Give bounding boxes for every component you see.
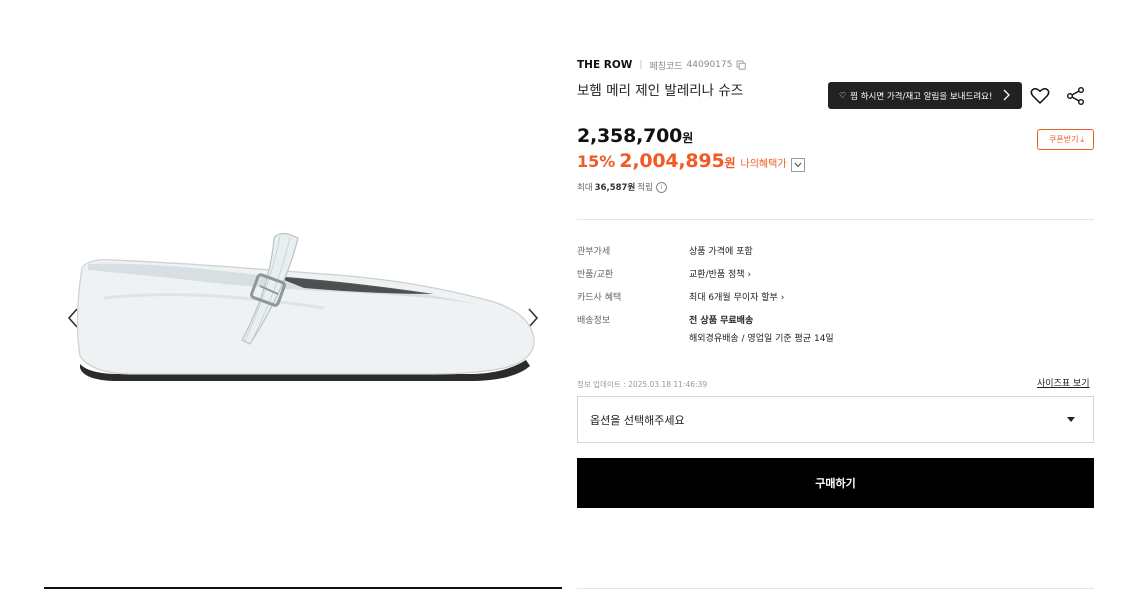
bottom-divider <box>577 588 1094 589</box>
detail-label-shipping: 배송정보 <box>577 316 611 326</box>
section-divider <box>577 219 1094 220</box>
info-icon[interactable]: i <box>655 181 667 193</box>
points-prefix: 최대 <box>577 183 593 193</box>
product-name: 보헴 메리 제인 발레리나 슈즈 <box>577 83 744 99</box>
discount-percent: 15% <box>577 152 616 171</box>
brand-row: THE ROW | 페칭코드 44090175 <box>577 58 747 72</box>
buy-button-label: 구매하기 <box>815 477 856 490</box>
dropdown-triangle-icon <box>1067 417 1075 422</box>
option-select[interactable]: 옵션을 선택해주세요 <box>577 396 1094 443</box>
coupon-button[interactable]: 쿠폰받기 ⤓ <box>1037 129 1094 150</box>
price-alert-button[interactable]: ♡ 찜 하시면 가격/재고 알림을 보내드려요! <box>828 82 1022 109</box>
price-unit: 원 <box>682 131 694 145</box>
price-alert-label: 찜 하시면 가격/재고 알림을 보내드려요! <box>850 91 993 102</box>
benefit-dropdown-toggle[interactable] <box>790 158 805 172</box>
option-placeholder: 옵션을 선택해주세요 <box>590 413 685 427</box>
heart-icon[interactable] <box>1030 86 1050 106</box>
sale-price-unit: 원 <box>724 156 736 170</box>
product-code-label: 페칭코드 <box>649 61 683 72</box>
size-chart-link[interactable]: 사이즈표 보기 <box>1037 376 1090 389</box>
free-shipping-text: 전 상품 무료배송 <box>689 316 754 326</box>
brand-separator: | <box>639 60 643 70</box>
product-image <box>76 232 535 381</box>
shipping-details-text: 해외경유배송 / 영업일 기준 평균 14일 <box>689 334 834 344</box>
coupon-label: 쿠폰받기 <box>1049 135 1079 144</box>
chevron-right-icon <box>1003 89 1010 101</box>
chevron-right-icon: › <box>747 270 752 280</box>
copy-icon[interactable] <box>736 60 747 70</box>
sale-price-value: 2,004,895 <box>619 150 725 172</box>
download-icon: ⤓ <box>1080 134 1084 144</box>
chevron-right-icon: › <box>780 293 785 303</box>
return-policy-link[interactable]: 교환/반품 정책 › <box>689 267 751 280</box>
product-code: 44090175 <box>686 60 733 70</box>
brand-name[interactable]: THE ROW <box>577 59 632 71</box>
chevron-down-icon <box>794 162 801 168</box>
share-icon[interactable] <box>1066 86 1086 106</box>
heart-outline-icon: ♡ <box>839 91 847 100</box>
detail-label-card: 카드사 혜택 <box>577 293 622 303</box>
info-updated-timestamp: 정보 업데이트 : 2025.03.18 11:46:39 <box>577 380 708 389</box>
gallery-divider <box>44 587 562 589</box>
buy-button[interactable]: 구매하기 <box>577 458 1094 508</box>
detail-label-returns: 반품/교환 <box>577 270 614 280</box>
my-benefit-label: 나의혜택가 <box>740 159 787 170</box>
detail-value-duty: 상품 가격에 포함 <box>689 247 753 257</box>
original-price-value: 2,358,700 <box>577 125 683 147</box>
return-policy-label: 교환/반품 정책 <box>689 270 745 280</box>
points-suffix: 적립 <box>637 183 653 193</box>
points-amount: 36,587원 <box>594 183 636 193</box>
card-benefit-label: 최대 6개월 무이자 할부 <box>689 293 778 303</box>
detail-label-duty: 관부가세 <box>577 247 611 257</box>
original-price: 2,358,700원 <box>577 125 693 147</box>
sale-price-row: 15% 2,004,895 원 나의혜택가 <box>577 150 805 172</box>
reward-points: 최대 36,587원 적립 i <box>577 181 667 193</box>
card-benefit-link[interactable]: 최대 6개월 무이자 할부 › <box>689 290 784 303</box>
